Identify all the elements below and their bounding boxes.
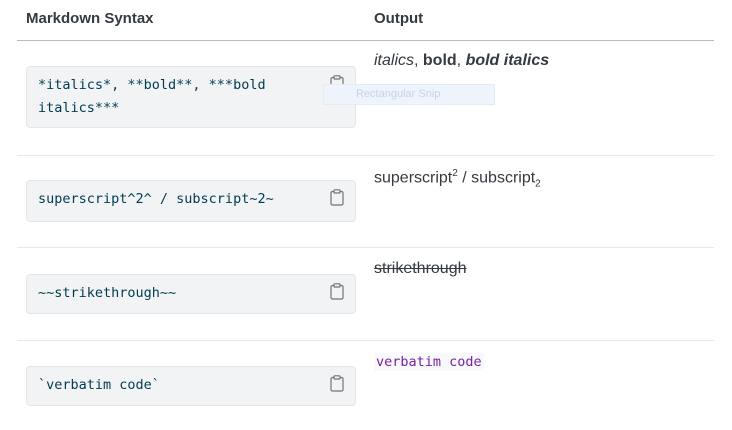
clipboard-icon — [330, 375, 344, 392]
output-bold: bold — [422, 52, 457, 69]
output-subscript: 2 — [535, 178, 541, 190]
clipboard-icon — [330, 189, 344, 206]
code-text: `verbatim code` — [38, 377, 160, 393]
code-block: *italics*, **bold**, ***bold italics*** — [26, 66, 356, 128]
copy-button[interactable] — [330, 189, 344, 206]
code-block: `verbatim code` — [26, 366, 356, 406]
output-bold-italics: bold italics — [465, 52, 550, 69]
copy-button[interactable] — [330, 375, 344, 392]
code-text: italics*** — [38, 100, 120, 116]
markdown-syntax-table: Markdown Syntax Output *italics*, **bold… — [17, 0, 714, 429]
header-output: Output — [374, 10, 424, 27]
code-text: superscript^2^ / subscript~2~ — [38, 191, 274, 207]
clipboard-icon — [330, 283, 344, 300]
code-text: *italics*, **bold**, ***bold — [38, 77, 266, 93]
output-cell: superscript2 / subscript2 — [374, 168, 541, 190]
rectangular-snip-overlay: Rectangular Snip — [323, 84, 495, 105]
code-text: ~~strikethrough~~ — [38, 285, 177, 301]
table-row: superscript^2^ / subscript~2~ superscrip… — [17, 156, 714, 248]
table-header: Markdown Syntax Output — [17, 0, 714, 41]
code-block: superscript^2^ / subscript~2~ — [26, 180, 356, 222]
table-row: `verbatim code` verbatim code — [17, 341, 714, 429]
output-text: superscript — [374, 169, 453, 187]
output-strikethrough: strikethrough — [374, 260, 467, 277]
copy-button[interactable] — [330, 283, 344, 300]
code-block: ~~strikethrough~~ — [26, 274, 356, 314]
output-verbatim-code: verbatim code — [374, 353, 484, 371]
output-italics: italics — [374, 52, 415, 69]
output-separator: , — [456, 52, 466, 69]
output-text: / subscript — [457, 169, 536, 187]
table-row: ~~strikethrough~~ strikethrough — [17, 248, 714, 341]
output-separator: , — [414, 52, 423, 69]
output-cell: italics, bold, bold italics — [374, 52, 549, 70]
header-markdown-syntax: Markdown Syntax — [26, 10, 154, 27]
output-cell: verbatim code — [374, 353, 484, 371]
